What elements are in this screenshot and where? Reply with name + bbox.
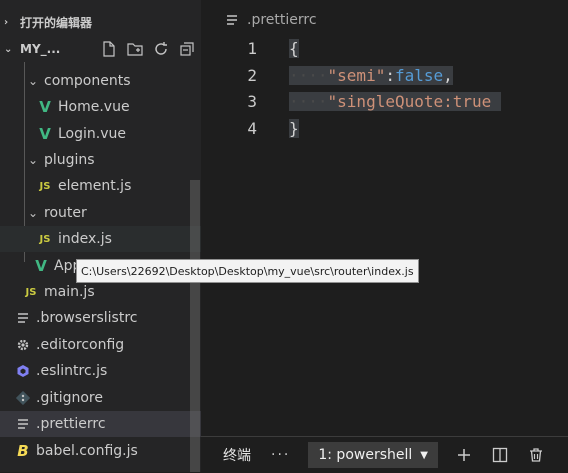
tree-item-label: index.js <box>58 231 112 247</box>
tree-file-editorconfig[interactable]: .editorconfig <box>0 332 201 358</box>
line-number: 1 <box>247 38 257 58</box>
chevron-down-icon: ⌄ <box>27 74 39 88</box>
terminal-select[interactable]: 1: powershell ▼ <box>308 442 438 468</box>
terminal-select-value: 1: powershell <box>318 447 413 463</box>
tree-file-prettierrc[interactable]: .prettierrc <box>0 411 201 437</box>
code-editor[interactable]: .prettierrc 1 { 2 ····"semi":false, 3 ··… <box>201 0 568 436</box>
code-line-4: 4 } <box>201 115 568 141</box>
lines-icon <box>14 415 32 433</box>
breadcrumb-file[interactable]: .prettierrc <box>247 12 317 28</box>
more-actions-icon[interactable]: ··· <box>271 447 290 463</box>
vue-icon: V <box>39 98 51 116</box>
path-tooltip: C:\Users\22692\Desktop\Desktop\my_vue\sr… <box>76 259 419 283</box>
chevron-down-icon: ▼ <box>420 449 428 461</box>
split-icon[interactable] <box>490 445 510 465</box>
trash-icon[interactable] <box>526 445 546 465</box>
tree-file-login-vue[interactable]: V Login.vue <box>0 121 201 147</box>
sidebar-scrollbar[interactable] <box>190 180 200 472</box>
line-number: 4 <box>247 118 257 138</box>
gear-icon <box>14 336 32 354</box>
code-text: } <box>289 118 299 138</box>
tree-file-eslintrc[interactable]: .eslintrc.js <box>0 358 201 384</box>
tree-item-label: babel.config.js <box>36 443 138 459</box>
tree-item-label: main.js <box>44 284 95 300</box>
tree-item-label: element.js <box>58 178 132 194</box>
tree-item-label: .editorconfig <box>36 337 125 353</box>
lines-icon <box>14 309 32 327</box>
vue-icon: V <box>35 257 47 275</box>
refresh-icon[interactable] <box>151 39 171 59</box>
code-text: ····"semi":false, <box>289 65 453 85</box>
git-icon <box>14 389 32 407</box>
line-number: 2 <box>247 65 257 85</box>
project-header[interactable]: ⌄ MY_... <box>0 36 201 62</box>
tree-folder-plugins[interactable]: ⌄ plugins <box>0 147 201 173</box>
tree-file-gitignore[interactable]: .gitignore <box>0 385 201 411</box>
breadcrumb[interactable]: .prettierrc <box>227 12 317 28</box>
panel-bar: 终端 ··· 1: powershell ▼ <box>201 436 568 473</box>
tree-item-label: .prettierrc <box>36 416 106 432</box>
tree-file-index-js[interactable]: JS index.js <box>0 226 201 252</box>
code-text: { <box>289 38 299 58</box>
tree-item-label: components <box>44 73 131 89</box>
lines-icon <box>227 13 237 27</box>
open-editors-header[interactable]: › 打开的编辑器 <box>0 9 201 35</box>
tree-item-label: .gitignore <box>36 390 103 406</box>
open-editors-label: 打开的编辑器 <box>20 15 93 30</box>
project-label: MY_... <box>20 42 61 56</box>
code-text: ····"singleQuote:true <box>289 91 501 111</box>
new-file-icon[interactable] <box>99 39 119 59</box>
code-line-2: 2 ····"semi":false, <box>201 62 568 88</box>
tree-item-label: router <box>44 205 87 221</box>
code-line-3: 3 ····"singleQuote:true <box>201 88 568 114</box>
js-icon: JS <box>39 180 51 192</box>
line-number: 3 <box>247 91 257 111</box>
tree-folder-components[interactable]: ⌄ components <box>0 68 201 94</box>
tree-item-label: Home.vue <box>58 99 130 115</box>
vue-icon: V <box>39 125 51 143</box>
tree-file-browserslistrc[interactable]: .browserslistrc <box>0 305 201 331</box>
tree-item-label: .browserslistrc <box>36 310 138 326</box>
explorer-sidebar: › 打开的编辑器 ⌄ MY_... ⌄ components V Home.vu… <box>0 0 201 472</box>
tab-terminal[interactable]: 终端 <box>223 445 251 465</box>
chevron-down-icon: ⌄ <box>27 153 39 167</box>
collapse-all-icon[interactable] <box>177 39 197 59</box>
chevron-down-icon: ⌄ <box>4 43 13 55</box>
tree-folder-router[interactable]: ⌄ router <box>0 200 201 226</box>
chevron-right-icon: › <box>4 16 9 28</box>
babel-icon: B <box>17 442 29 460</box>
code-line-1: 1 { <box>201 35 568 61</box>
plus-icon[interactable] <box>454 445 474 465</box>
chevron-down-icon: ⌄ <box>27 206 39 220</box>
js-icon: JS <box>39 233 51 245</box>
tree-file-home-vue[interactable]: V Home.vue <box>0 94 201 120</box>
tree-item-label: Login.vue <box>58 126 126 142</box>
eslint-icon <box>14 362 32 380</box>
js-icon: JS <box>25 286 37 298</box>
tree-item-label: .eslintrc.js <box>36 363 108 379</box>
tree-file-babel-config[interactable]: B babel.config.js <box>0 438 201 464</box>
tree-file-element-js[interactable]: JS element.js <box>0 173 201 199</box>
tree-item-label: plugins <box>44 152 95 168</box>
new-folder-icon[interactable] <box>125 39 145 59</box>
